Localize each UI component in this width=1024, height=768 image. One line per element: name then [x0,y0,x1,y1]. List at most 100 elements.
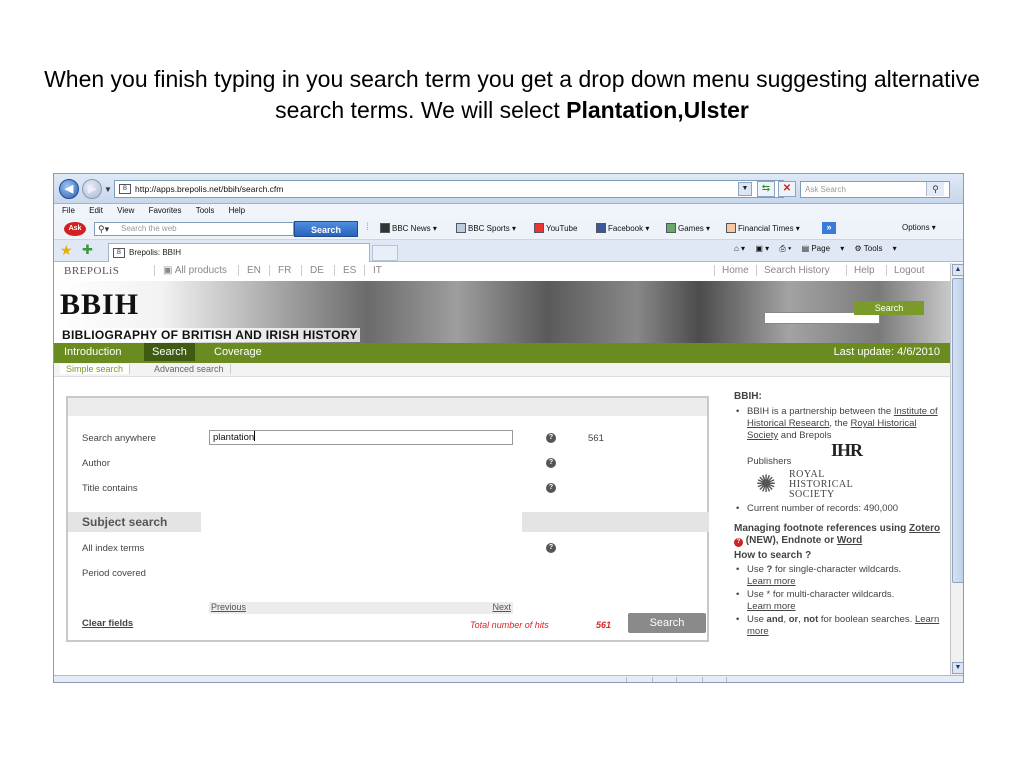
search-submit-button[interactable]: Search [628,613,706,633]
search-anywhere-input[interactable]: plantation [209,430,513,445]
financial-times-link[interactable]: Financial Times ▾ [726,223,800,233]
tab-advanced-search[interactable]: Advanced search [148,364,231,374]
home-icon[interactable]: ⌂ ▾ [734,244,745,253]
tip1-text: Use [747,564,767,575]
page-scrollbar[interactable]: ▲ ▼ [950,263,963,675]
menu-favorites[interactable]: Favorites [149,204,182,218]
forward-button[interactable]: ▶ [82,179,102,199]
bbih-subtitle: BIBLIOGRAPHY OF BRITISH AND IRISH HISTOR… [60,328,360,342]
search-icon[interactable]: ⚲ [926,182,944,196]
bbc-sports-link[interactable]: BBC Sports ▾ [456,223,516,233]
history-dropdown-icon[interactable]: ▼ [104,185,112,194]
facebook-link[interactable]: Facebook ▾ [596,223,649,233]
rhs-logo[interactable]: ✺ ROYAL HISTORICAL SOCIETY [751,470,949,500]
zotero-link[interactable]: Zotero [909,523,940,534]
tab-title: Brepolis: BBIH [129,248,182,257]
refresh-button[interactable]: ⇆ [757,181,775,197]
games-link[interactable]: Games ▾ [666,223,710,233]
info-sidebar: BBIH: BBIH is a partnership between the … [734,391,949,639]
learn-more-link[interactable]: Learn more [747,601,796,612]
search-anywhere-value: plantation [213,432,255,443]
brepolis-brand[interactable]: BREPOLiS [64,265,119,277]
all-products-icon: ▣ [163,265,173,276]
web-page: BREPOLiS ▣ All products EN FR DE ES IT H… [54,263,950,675]
previous-link[interactable]: Previous [211,602,246,612]
help-link[interactable]: Help [846,265,882,276]
scroll-up-icon[interactable]: ▲ [952,264,963,276]
menu-file[interactable]: File [62,204,75,218]
zotero-help-icon[interactable]: ? [734,538,743,547]
subject-header-bar [522,512,709,532]
add-favorites-icon[interactable]: ✚ [82,242,93,258]
panel-header [68,398,707,416]
all-products-link[interactable]: ▣ All products [154,265,235,276]
caption-bold-term: Plantation,Ulster [566,97,749,123]
banner-search-button[interactable]: Search [854,301,924,315]
total-hits-label: Total number of hits [470,620,549,630]
page-menu[interactable]: ▤ Page ▾ [802,244,845,253]
help-question-icon[interactable]: ? [546,543,556,553]
ihr-logo[interactable]: IHR [831,441,949,459]
facebook-label: Facebook [608,224,644,233]
rhs-logo-text: ROYAL HISTORICAL SOCIETY [789,470,853,500]
toolbar-search-input[interactable]: ⚲▾ Search the web [94,222,294,236]
lang-it-link[interactable]: IT [364,265,390,276]
scroll-down-icon[interactable]: ▼ [952,662,963,674]
lang-de-link[interactable]: DE [301,265,332,276]
lang-es-link[interactable]: ES [334,265,364,276]
nav-introduction[interactable]: Introduction [64,346,121,358]
back-button[interactable]: ◀ [59,179,79,199]
bbc-icon [380,223,390,233]
url-field[interactable]: B http://apps.brepolis.net/bbih/search.c… [114,180,784,198]
options-button[interactable]: Options ▾ [902,223,936,232]
youtube-link[interactable]: YouTube [534,223,577,233]
tip-boolean: Use and, or, not for boolean searches. L… [734,614,949,638]
help-question-icon[interactable]: ? [546,458,556,468]
nav-coverage[interactable]: Coverage [214,346,262,358]
url-text: http://apps.brepolis.net/bbih/search.cfm [135,184,284,194]
feeds-icon[interactable]: ▣ ▾ [755,244,769,253]
search-history-link[interactable]: Search History [756,265,837,276]
author-label: Author [82,458,110,469]
favorites-star-icon[interactable]: ★ [60,242,73,259]
footnote-text-mid: (NEW), Endnote or [743,535,837,546]
lang-en-link[interactable]: EN [238,265,269,276]
menu-view[interactable]: View [117,204,134,218]
word-link[interactable]: Word [837,535,862,546]
menu-edit[interactable]: Edit [89,204,103,218]
partnership-item: BBIH is a partnership between the Instit… [734,406,949,500]
lang-fr-link[interactable]: FR [269,265,299,276]
menu-help[interactable]: Help [229,204,245,218]
tab-simple-search[interactable]: Simple search [60,364,131,374]
tools-menu-label: Tools [863,244,883,253]
subject-search-header: Subject search [68,512,201,532]
print-icon[interactable]: ⎙ ▾ [779,244,791,253]
scroll-thumb[interactable] [952,278,963,583]
ask-logo-icon: Ask [64,222,86,236]
learn-more-link[interactable]: Learn more [747,576,796,587]
url-dropdown-icon[interactable]: ▼ [738,182,752,196]
toolbar-search-button[interactable]: Search [294,221,358,237]
caption-text: When you finish typing in you search ter… [44,66,980,123]
logout-link[interactable]: Logout [886,265,932,276]
home-link[interactable]: Home [714,265,756,276]
help-question-icon[interactable]: ? [546,433,556,443]
ft-icon [726,223,736,233]
ask-toolbar: Ask ⚲▾ Search the web Search ⁞ BBC News … [54,218,963,240]
nav-search[interactable]: Search [144,343,195,361]
all-index-terms-label: All index terms [82,543,145,554]
help-question-icon[interactable]: ? [546,483,556,493]
slide-caption: When you finish typing in you search ter… [20,64,1004,126]
menu-tools[interactable]: Tools [196,204,215,218]
stop-button[interactable]: ✕ [778,181,796,197]
sidebar-heading: BBIH: [734,391,762,402]
tools-menu[interactable]: ⚙ Tools ▾ [855,244,897,253]
more-chevron-icon[interactable]: » [822,222,836,234]
next-link[interactable]: Next [492,602,511,612]
clear-fields-link[interactable]: Clear fields [82,618,133,629]
tab-brepolis[interactable]: B Brepolis: BBIH [108,243,370,262]
bbc-news-link[interactable]: BBC News ▾ [380,223,437,233]
tip2-text: Use * for multi-character wildcards. [747,589,895,600]
new-tab-button[interactable] [372,245,398,261]
title-contains-label: Title contains [82,483,138,494]
